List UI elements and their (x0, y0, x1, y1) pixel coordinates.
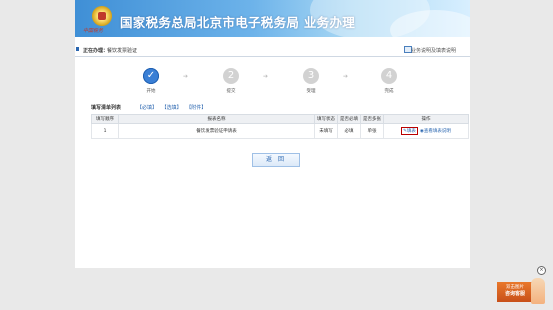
cell-order: 1 (91, 123, 119, 139)
widget-line1: 双击图片 (506, 285, 524, 290)
filter-optional-link[interactable]: 【选填】 (162, 105, 182, 111)
close-icon[interactable]: × (537, 266, 546, 275)
customer-service-widget[interactable]: 双击图片 咨询客服 (497, 282, 533, 302)
step-1-label: 开始 (146, 89, 156, 94)
step-4-icon: 4 (381, 68, 397, 84)
breadcrumb: 正在办理： 餐饮发票验证 业务说明及填表说明 (75, 44, 470, 57)
step-1-icon: ✓ (143, 68, 159, 84)
back-button[interactable]: 返 回 (252, 153, 300, 167)
column-header-status: 填写状态 (314, 114, 338, 124)
column-header-order: 填写顺序 (91, 114, 119, 124)
filter-required-link[interactable]: 【必填】 (137, 105, 157, 111)
cell-status: 未填写 (314, 123, 338, 139)
step-2-icon: 2 (223, 68, 239, 84)
arrow-right-icon: ➔ (263, 73, 269, 80)
list-filter-links: 【必填】 【选填】 【附件】 (137, 104, 209, 111)
arrow-right-icon: ➔ (183, 73, 189, 80)
step-2-label: 提交 (226, 89, 236, 94)
brand-text: 中国税务 (83, 28, 104, 34)
breadcrumb-label: 正在办理： (83, 48, 109, 54)
form-list-table: 填写顺序 报表名称 填写状态 是否必填 是否多张 操作 1 餐饮发票验证申请表 … (91, 114, 469, 139)
column-header-name: 报表名称 (118, 114, 315, 124)
cell-required: 必填 (337, 123, 361, 139)
filter-attachment-link[interactable]: 【附件】 (186, 105, 206, 111)
cell-multiple: 单张 (360, 123, 384, 139)
widget-line2: 咨询客服 (504, 291, 525, 297)
cell-name: 餐饮发票验证申请表 (118, 123, 315, 139)
page-title: 国家税务总局北京市电子税务局 业务办理 (120, 15, 356, 30)
column-header-required: 是否必填 (337, 114, 361, 124)
help-link[interactable]: 业务说明及填表说明 (411, 47, 456, 54)
fill-form-button[interactable]: ✎填表 (401, 127, 418, 135)
breadcrumb-current: 餐饮发票验证 (107, 48, 138, 54)
arrow-right-icon: ➔ (343, 73, 349, 80)
view-instructions-link[interactable]: ◉查看填表说明 (420, 129, 451, 134)
step-4-label: 完成 (384, 89, 394, 94)
tax-emblem-logo (92, 6, 112, 26)
cell-actions: ✎填表 ◉查看填表说明 (383, 123, 469, 139)
mascot-icon[interactable] (531, 278, 545, 304)
table-row: 1 餐饮发票验证申请表 未填写 必填 单张 ✎填表 ◉查看填表说明 (91, 123, 469, 139)
step-3-icon: 3 (303, 68, 319, 84)
column-header-multiple: 是否多张 (360, 114, 384, 124)
header-banner: 中国税务 国家税务总局北京市电子税务局 业务办理 (75, 0, 470, 37)
breadcrumb-marker-icon (76, 47, 79, 51)
step-3-label: 受理 (306, 89, 316, 94)
list-title: 填写清单列表 (91, 105, 122, 111)
column-header-actions: 操作 (383, 114, 469, 124)
